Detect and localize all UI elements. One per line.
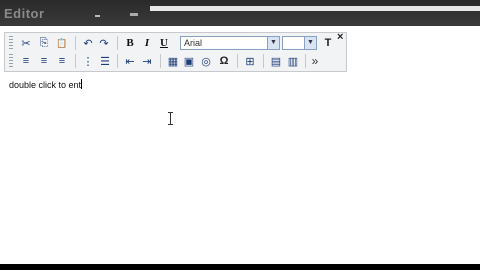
special-char-icon[interactable]: Ω (217, 54, 231, 68)
template-icon[interactable]: ⊞ (243, 54, 257, 68)
toolbar-grip[interactable] (9, 36, 13, 50)
cut-icon[interactable]: ✂ (19, 36, 33, 50)
close-icon[interactable]: × (337, 31, 343, 43)
paste-icon[interactable]: 📋 (55, 36, 69, 50)
chevron-down-icon[interactable]: ▼ (304, 37, 316, 49)
align-left-icon[interactable]: ≡ (19, 54, 33, 68)
ibeam-cursor-icon (168, 112, 173, 125)
toolbar-separator (305, 54, 306, 68)
font-size-select[interactable]: ▼ (282, 36, 317, 50)
bold-button[interactable]: B (123, 36, 137, 50)
indent-icon[interactable]: ⇥ (140, 54, 154, 68)
underline-button[interactable]: U (157, 36, 171, 50)
media-icon[interactable]: ◎ (199, 54, 213, 68)
more-icon[interactable]: » (308, 54, 322, 68)
toolbar-separator (117, 36, 118, 50)
titlebar-mark (95, 15, 100, 17)
styles-icon[interactable]: T (321, 36, 335, 50)
redo-icon[interactable]: ↷ (97, 36, 111, 50)
editor-toolbar: ✂ ⎘ 📋 ↶ ↷ B I U Arial ▼ ▼ T ≡ ≡ ≡ ⋮ ☰ ⇤ … (4, 32, 347, 72)
align-right-icon[interactable]: ≡ (55, 54, 69, 68)
html-source-icon[interactable]: ▤ (269, 54, 283, 68)
toolbar-separator (160, 54, 161, 68)
toolbar-separator (117, 54, 118, 68)
font-family-value: Arial (184, 38, 203, 48)
image-icon[interactable]: ▣ (182, 54, 196, 68)
text-caret (81, 79, 83, 89)
toolbar-grip[interactable] (9, 54, 13, 68)
editor-content[interactable]: double click to ent (9, 79, 83, 90)
ordered-list-icon[interactable]: ⋮ (81, 54, 95, 68)
titlebar-mark (130, 13, 138, 16)
table-icon[interactable]: ▦ (166, 54, 180, 68)
window-titlebar (0, 0, 480, 26)
align-center-icon[interactable]: ≡ (37, 54, 51, 68)
outdent-icon[interactable]: ⇤ (123, 54, 137, 68)
chevron-down-icon[interactable]: ▼ (267, 37, 279, 49)
bullet-list-icon[interactable]: ☰ (98, 54, 112, 68)
copy-icon[interactable]: ⎘ (37, 36, 51, 50)
bottom-border (0, 264, 480, 270)
titlebar-strip (150, 6, 480, 11)
toolbar-separator (237, 54, 238, 68)
toolbar-separator (75, 36, 76, 50)
toolbar-separator (75, 54, 76, 68)
undo-icon[interactable]: ↶ (81, 36, 95, 50)
font-family-select[interactable]: Arial ▼ (180, 36, 280, 50)
editor-text: double click to ent (9, 80, 82, 90)
toolbar-separator (263, 54, 264, 68)
italic-button[interactable]: I (140, 36, 154, 50)
preview-icon[interactable]: ▥ (286, 54, 300, 68)
window-title: Editor (4, 6, 45, 21)
